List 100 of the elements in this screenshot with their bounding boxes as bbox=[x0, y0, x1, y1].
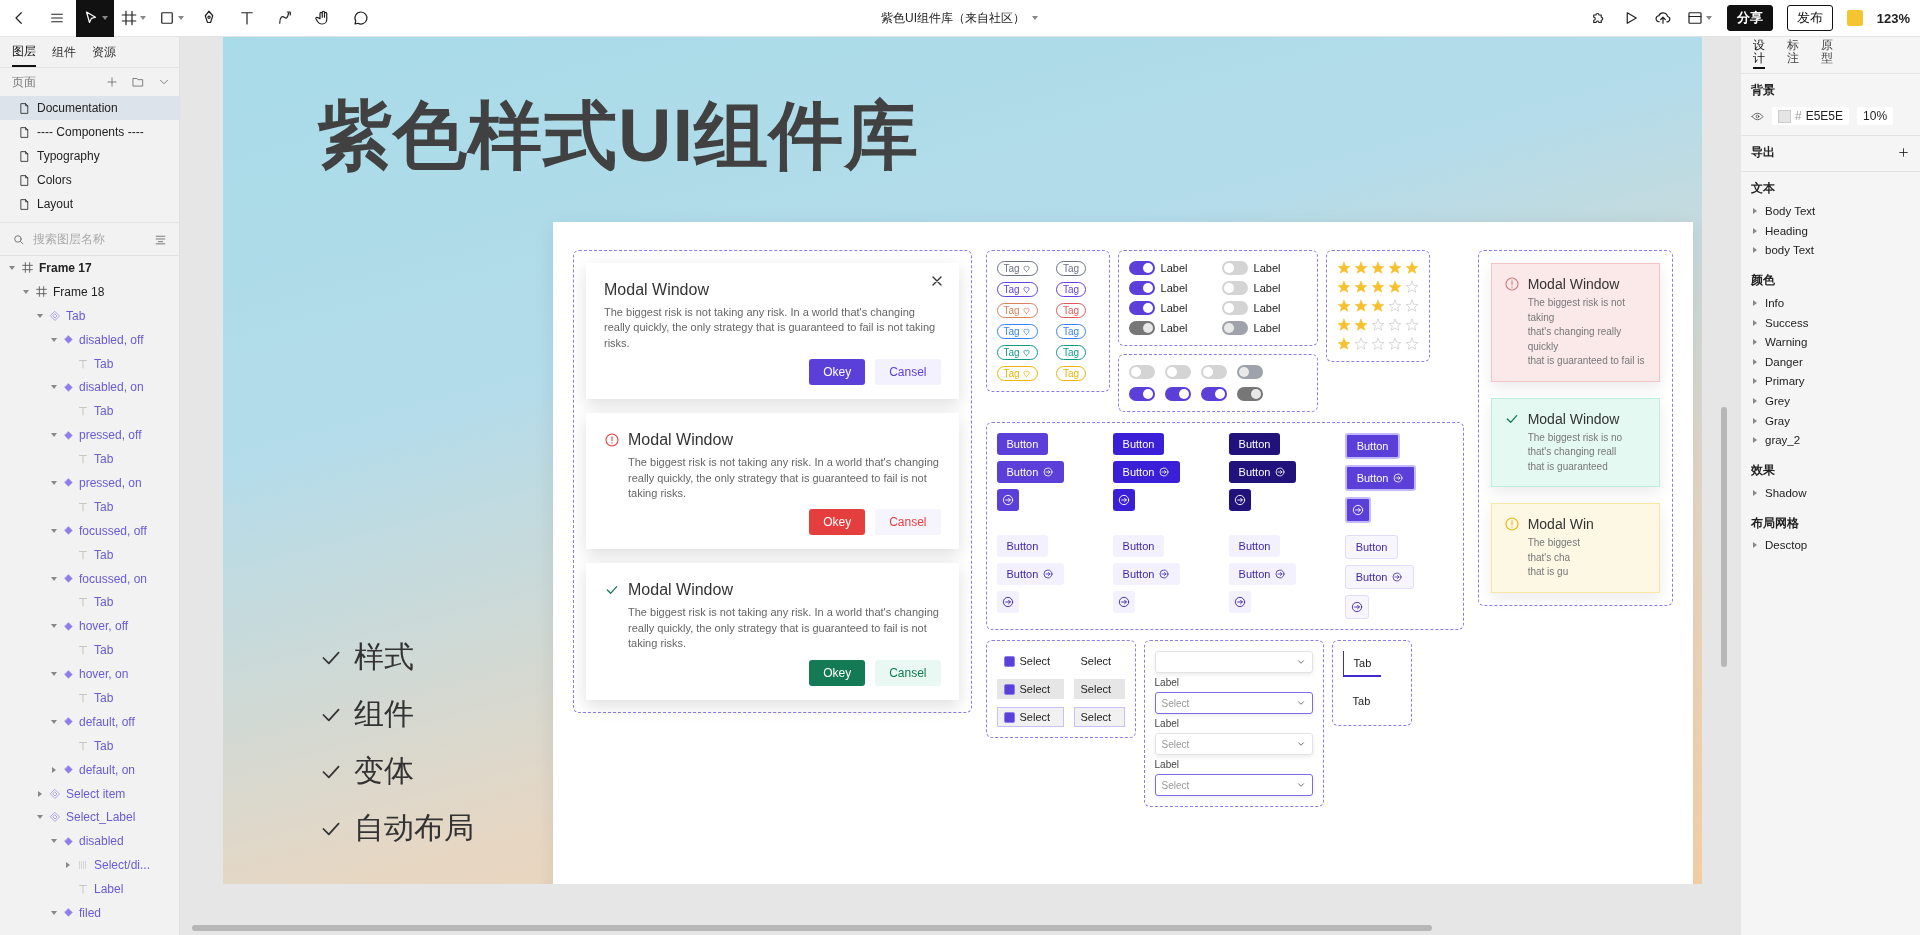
arrow-button[interactable] bbox=[1344, 497, 1371, 523]
style-item[interactable]: Warning bbox=[1751, 332, 1910, 352]
frame-tool-icon[interactable] bbox=[119, 9, 138, 27]
component-button[interactable]: Button bbox=[1112, 461, 1181, 483]
move-tool-button[interactable] bbox=[76, 0, 114, 37]
layer-item[interactable]: Tab bbox=[0, 590, 179, 615]
panel-tab[interactable]: 标注 bbox=[1787, 39, 1799, 70]
caret-right-icon[interactable] bbox=[1751, 488, 1759, 497]
tab[interactable]: Tab bbox=[1342, 689, 1381, 715]
page-item[interactable]: Typography bbox=[0, 144, 179, 168]
component-button[interactable]: Button bbox=[1344, 465, 1417, 491]
okay-button[interactable]: Okey bbox=[809, 509, 866, 536]
layer-item[interactable]: Frame 18 bbox=[0, 279, 179, 304]
opacity-field[interactable]: 10% bbox=[1857, 107, 1894, 126]
caret-right-icon[interactable] bbox=[1751, 207, 1759, 216]
style-item[interactable]: Grey bbox=[1751, 391, 1910, 411]
path-tool-icon[interactable] bbox=[276, 9, 294, 27]
layer-item[interactable]: hover, off bbox=[0, 614, 179, 639]
toggle-switch[interactable] bbox=[1164, 387, 1191, 401]
arrow-button[interactable] bbox=[1228, 489, 1251, 511]
arrow-button[interactable] bbox=[996, 489, 1019, 511]
folder-icon[interactable] bbox=[131, 75, 145, 89]
caret-right-icon[interactable] bbox=[1751, 318, 1759, 327]
page-item[interactable]: Layout bbox=[0, 192, 179, 216]
star-rating[interactable] bbox=[1336, 280, 1419, 294]
component-button[interactable]: Button bbox=[1112, 535, 1165, 557]
caret-right-icon[interactable] bbox=[1751, 226, 1759, 235]
caret-down-icon[interactable] bbox=[50, 335, 58, 344]
caret-icon[interactable] bbox=[176, 14, 185, 22]
panel-tab[interactable]: 原型 bbox=[1821, 39, 1833, 70]
layout-icon[interactable] bbox=[1685, 9, 1704, 27]
page-item[interactable]: Documentation bbox=[0, 96, 179, 120]
tag[interactable]: Tag bbox=[996, 324, 1038, 339]
checkbox[interactable] bbox=[1003, 655, 1015, 667]
caret-right-icon[interactable] bbox=[1751, 541, 1759, 550]
select-item[interactable]: Select bbox=[1073, 679, 1125, 699]
caret-down-icon[interactable] bbox=[50, 526, 58, 535]
layer-item[interactable]: filed bbox=[0, 901, 179, 925]
okay-button[interactable]: Okey bbox=[809, 359, 866, 386]
select-item[interactable]: Select bbox=[1073, 707, 1125, 727]
caret-icon[interactable] bbox=[1704, 14, 1713, 22]
star-rating[interactable] bbox=[1336, 337, 1419, 351]
cancel-button[interactable]: Cansel bbox=[875, 509, 941, 536]
zoom-level[interactable]: 123% bbox=[1876, 10, 1910, 26]
component-button[interactable]: Button bbox=[1228, 433, 1281, 455]
select-field[interactable] bbox=[1154, 651, 1313, 673]
style-item[interactable]: Info bbox=[1751, 293, 1910, 313]
toggle-switch[interactable] bbox=[1221, 301, 1248, 315]
tag[interactable]: Tag bbox=[1056, 345, 1087, 360]
toggle-switch[interactable] bbox=[1128, 365, 1155, 379]
panel-tab[interactable]: 组件 bbox=[52, 38, 76, 66]
layer-item[interactable]: Label bbox=[0, 877, 179, 902]
style-item[interactable]: Shadow bbox=[1751, 482, 1910, 503]
component-button[interactable]: Button bbox=[1228, 535, 1281, 557]
caret-right-icon[interactable] bbox=[64, 861, 72, 870]
add-page-icon[interactable] bbox=[105, 75, 119, 89]
component-button[interactable]: Button bbox=[1344, 565, 1415, 589]
okay-button[interactable]: Okey bbox=[809, 659, 866, 686]
caret-down-icon[interactable] bbox=[50, 574, 58, 583]
caret-right-icon[interactable] bbox=[1751, 436, 1759, 445]
toggle-switch[interactable] bbox=[1164, 365, 1191, 379]
toggle-switch[interactable] bbox=[1200, 387, 1227, 401]
style-item[interactable]: gray_2 bbox=[1751, 430, 1910, 450]
add-icon[interactable] bbox=[1897, 146, 1910, 160]
layer-item[interactable]: Tab bbox=[0, 686, 179, 710]
arrow-button[interactable] bbox=[1112, 489, 1135, 511]
layer-item[interactable]: Tab bbox=[0, 399, 179, 424]
component-button[interactable]: Button bbox=[1228, 461, 1297, 483]
caret-right-icon[interactable] bbox=[1751, 338, 1759, 347]
caret-right-icon[interactable] bbox=[1751, 377, 1759, 386]
panel-tab[interactable]: 设计 bbox=[1753, 39, 1765, 70]
cancel-button[interactable]: Cansel bbox=[875, 359, 941, 386]
caret-down-icon[interactable] bbox=[22, 287, 30, 296]
layer-item[interactable]: focussed, off bbox=[0, 518, 179, 543]
layer-item[interactable]: pressed, on bbox=[0, 471, 179, 495]
component-button[interactable]: Button bbox=[996, 433, 1049, 455]
layer-item[interactable]: default, on bbox=[0, 757, 179, 782]
layer-item[interactable]: Tab bbox=[0, 733, 179, 758]
star-rating[interactable] bbox=[1336, 318, 1419, 332]
cancel-button[interactable]: Cansel bbox=[875, 659, 941, 686]
text-tool-icon[interactable] bbox=[238, 9, 256, 27]
component-button[interactable]: Button bbox=[1112, 563, 1181, 585]
caret-down-icon[interactable] bbox=[50, 478, 58, 487]
layer-item[interactable]: disabled bbox=[0, 829, 179, 854]
select-item[interactable]: Select bbox=[996, 651, 1064, 671]
toggle-switch[interactable] bbox=[1128, 301, 1155, 315]
layer-item[interactable]: Tab bbox=[0, 542, 179, 567]
layer-item[interactable]: Select/di... bbox=[0, 853, 179, 878]
toggle-switch[interactable] bbox=[1128, 387, 1155, 401]
layer-item[interactable]: hover, on bbox=[0, 662, 179, 687]
layer-item[interactable]: Select item bbox=[0, 781, 179, 806]
share-button[interactable]: 分享 bbox=[1726, 5, 1773, 31]
vertical-scrollbar[interactable] bbox=[1721, 407, 1727, 667]
tag[interactable]: Tag bbox=[996, 282, 1038, 297]
style-item[interactable]: Danger bbox=[1751, 351, 1910, 372]
caret-down-icon[interactable] bbox=[8, 263, 16, 272]
avatar-icon[interactable] bbox=[1846, 10, 1863, 26]
layer-item[interactable]: disabled, on bbox=[0, 375, 179, 400]
select-item[interactable]: Select bbox=[996, 707, 1064, 727]
star-rating[interactable] bbox=[1336, 299, 1419, 313]
